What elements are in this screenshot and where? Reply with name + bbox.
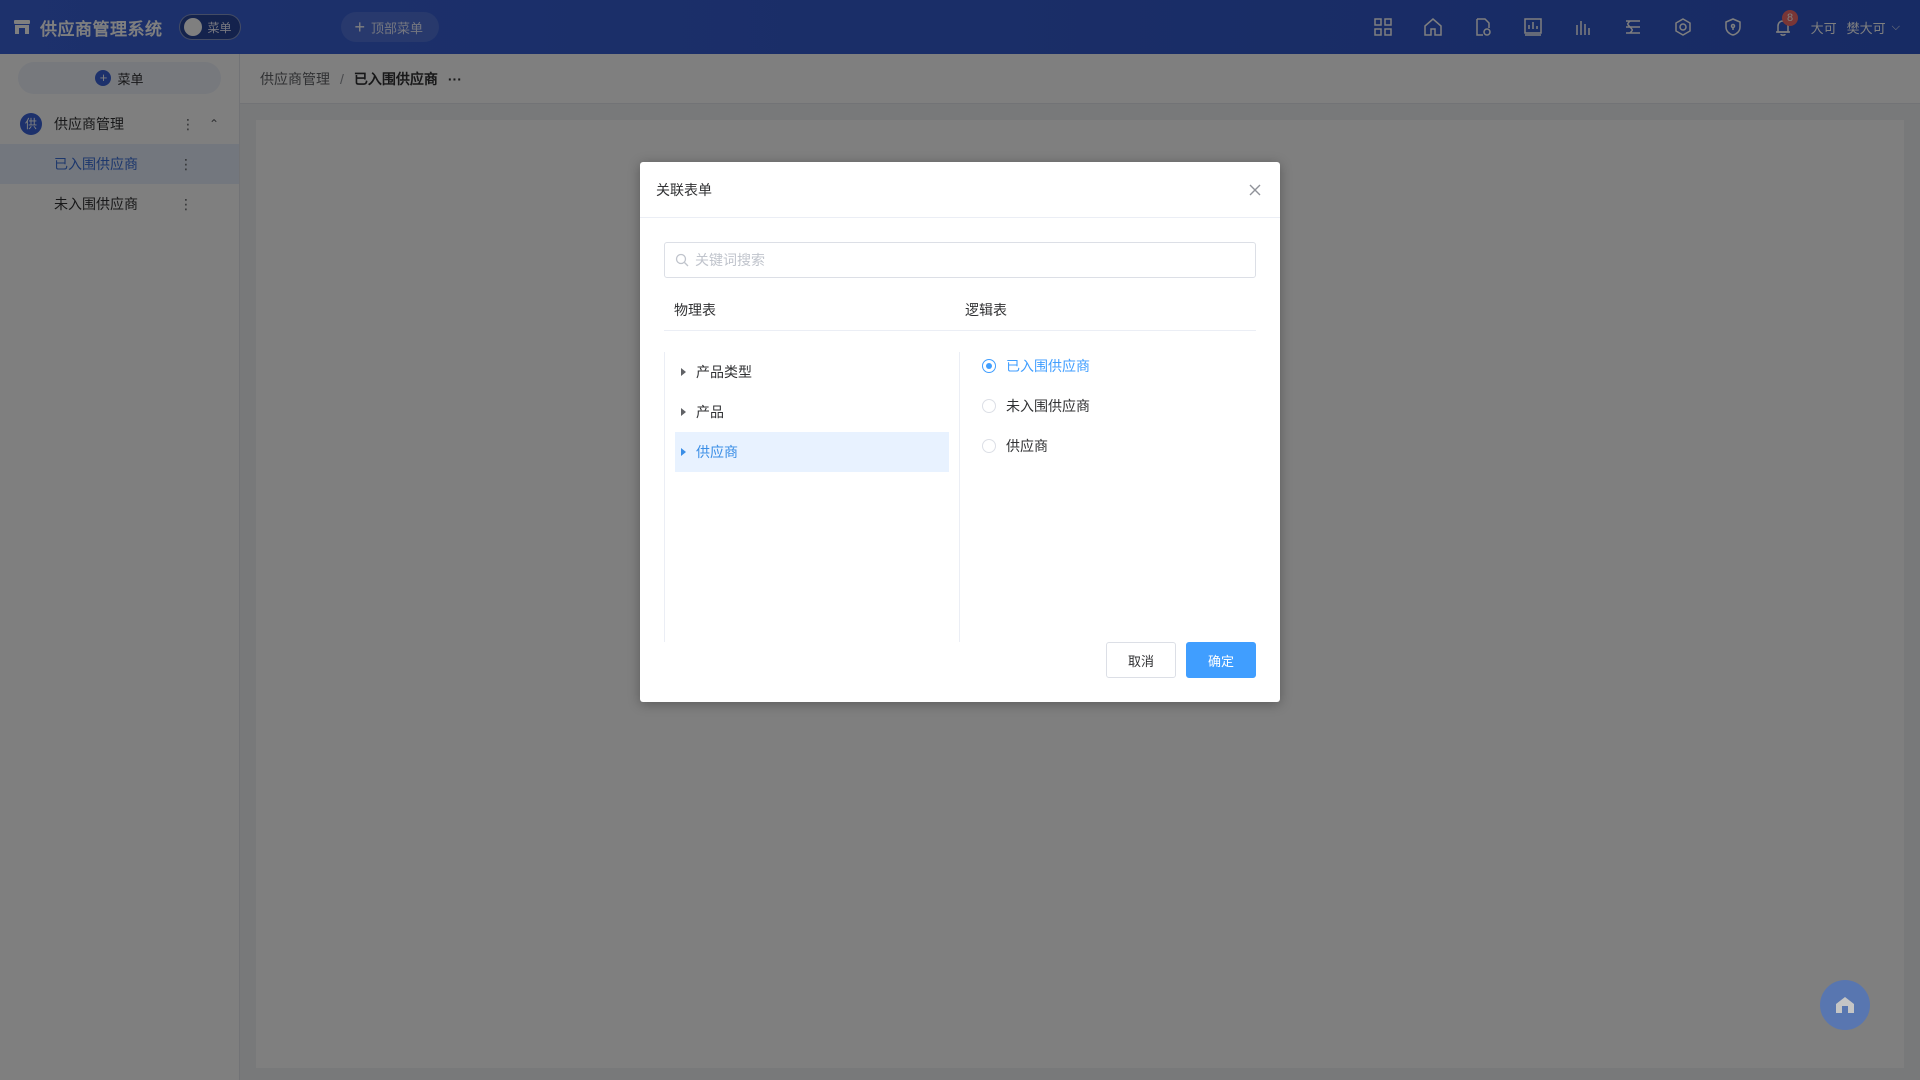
caret-right-icon[interactable] — [681, 408, 686, 416]
search-input[interactable] — [695, 252, 1255, 268]
radio-label: 未入围供应商 — [1006, 398, 1090, 414]
radio-option-shortlisted[interactable]: 已入围供应商 — [960, 346, 1256, 386]
physical-table-header: 物理表 — [674, 302, 716, 318]
confirm-button[interactable]: 确定 — [1186, 642, 1256, 678]
radio-button[interactable] — [982, 359, 996, 373]
search-box — [664, 242, 1256, 278]
physical-table-list: 产品类型 产品 供应商 — [664, 352, 960, 642]
radio-option-supplier[interactable]: 供应商 — [960, 426, 1256, 466]
cancel-button[interactable]: 取消 — [1106, 642, 1176, 678]
search-icon — [675, 253, 689, 267]
caret-right-icon[interactable] — [681, 448, 686, 456]
tree-node-product[interactable]: 产品 — [675, 392, 949, 432]
radio-label: 已入围供应商 — [1006, 358, 1090, 374]
dialog-header: 关联表单 — [640, 162, 1280, 218]
radio-button[interactable] — [982, 399, 996, 413]
tree-node-label: 产品类型 — [696, 364, 752, 380]
dialog-title: 关联表单 — [656, 181, 712, 198]
home-icon — [1836, 997, 1854, 1013]
caret-right-icon[interactable] — [681, 368, 686, 376]
radio-button[interactable] — [982, 439, 996, 453]
radio-label: 供应商 — [1006, 438, 1048, 454]
floating-home-button[interactable] — [1820, 980, 1870, 1030]
header-divider — [664, 330, 1256, 331]
close-icon[interactable] — [1246, 181, 1264, 199]
link-form-dialog: 关联表单 物理表 逻辑表 产品类型 产品 供应商 已入围供应商 未入 — [640, 162, 1280, 702]
logical-table-header: 逻辑表 — [965, 302, 1007, 318]
tree-node-product-type[interactable]: 产品类型 — [675, 352, 949, 392]
tree-node-label: 产品 — [696, 404, 724, 420]
tree-node-supplier[interactable]: 供应商 — [675, 432, 949, 472]
logical-table-list: 已入围供应商 未入围供应商 供应商 — [960, 352, 1256, 642]
radio-option-not-shortlisted[interactable]: 未入围供应商 — [960, 386, 1256, 426]
tree-node-label: 供应商 — [696, 444, 738, 460]
